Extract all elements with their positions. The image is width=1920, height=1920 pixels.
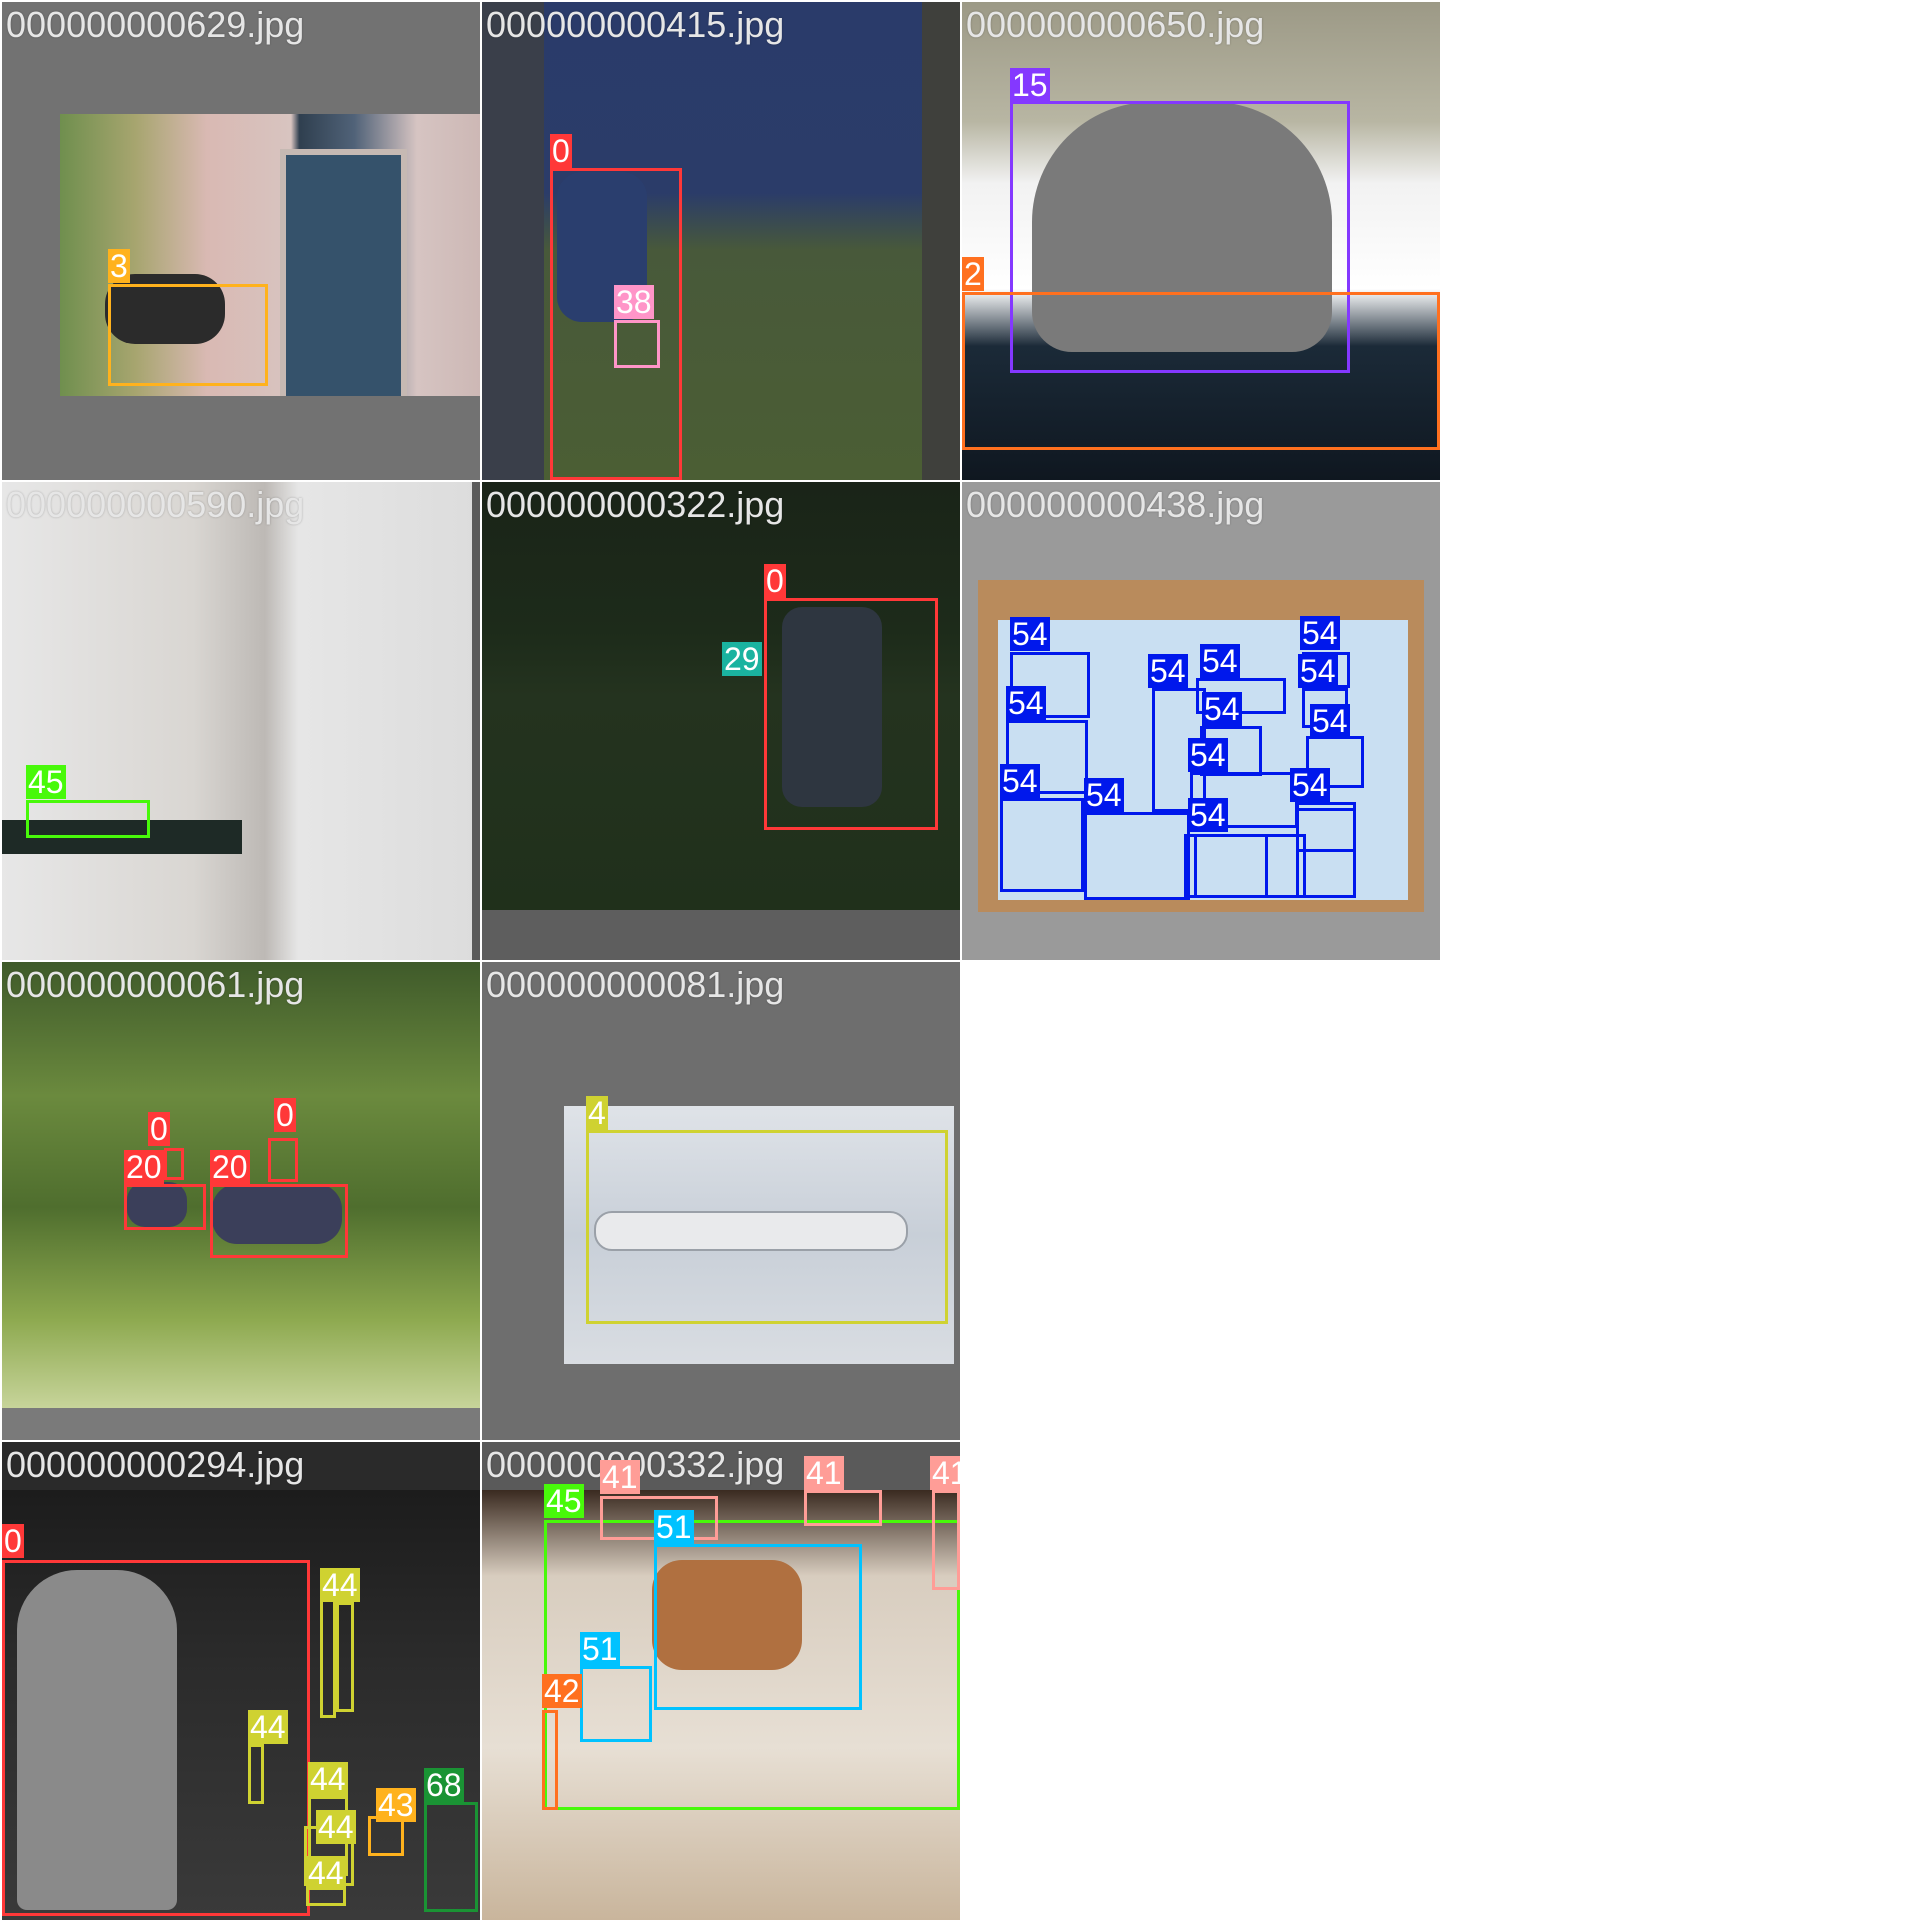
class-label: 44	[306, 1855, 346, 1891]
bbox[interactable]	[542, 1710, 558, 1810]
photo-bathroom	[2, 482, 480, 960]
class-label: 54	[1084, 777, 1124, 813]
class-label: 54	[1298, 653, 1338, 689]
class-label: 0	[550, 133, 572, 169]
filename-label: 000000000081.jpg	[486, 964, 785, 1005]
class-label: 41	[930, 1456, 960, 1490]
tile-322[interactable]: 000000000322.jpg 0 29	[482, 482, 960, 960]
class-label: 54	[1000, 763, 1040, 799]
bbox[interactable]	[320, 1592, 336, 1718]
class-label: 44	[320, 1567, 360, 1603]
tile-61[interactable]: 000000000061.jpg 0 0 20 20	[2, 962, 480, 1440]
class-label: 54	[1006, 685, 1046, 721]
bbox[interactable]	[1296, 808, 1356, 898]
class-label: 54	[1188, 737, 1228, 773]
bbox[interactable]	[424, 1802, 478, 1912]
class-label: 4	[586, 1095, 608, 1131]
bbox[interactable]	[336, 1602, 354, 1712]
filename-label: 000000000294.jpg	[6, 1444, 305, 1485]
filename-label: 000000000438.jpg	[966, 484, 1265, 525]
wall-edge	[482, 2, 544, 480]
class-label: 0	[2, 1523, 24, 1559]
class-label: 0	[148, 1111, 170, 1147]
bbox[interactable]	[210, 1184, 348, 1258]
tile-438[interactable]: 000000000438.jpg 54 54 54 54 54 54 54 54…	[962, 482, 1440, 960]
class-label: 3	[108, 248, 130, 284]
filename-label: 000000000650.jpg	[966, 4, 1265, 45]
class-label: 54	[1202, 691, 1242, 727]
tile-81[interactable]: 000000000081.jpg 4	[482, 962, 960, 1440]
bbox[interactable]	[962, 292, 1440, 450]
class-label: 20	[124, 1149, 164, 1185]
class-label: 54	[1310, 703, 1350, 739]
bbox[interactable]	[268, 1138, 298, 1182]
bbox[interactable]	[586, 1130, 948, 1324]
door-shape	[280, 149, 407, 396]
class-label: 44	[248, 1709, 288, 1745]
filename-label: 000000000629.jpg	[6, 4, 305, 45]
class-label: 44	[308, 1761, 348, 1797]
bbox[interactable]	[248, 1744, 264, 1804]
bbox[interactable]	[26, 800, 150, 838]
bbox[interactable]	[164, 1148, 184, 1180]
class-label: 2	[962, 256, 984, 292]
class-label: 54	[1010, 616, 1050, 652]
class-label: 54	[1188, 797, 1228, 833]
class-label: 20	[210, 1149, 250, 1185]
tile-590[interactable]: 000000000590.jpg 45	[2, 482, 480, 960]
tile-edge	[472, 482, 480, 960]
bbox[interactable]	[1084, 812, 1190, 900]
class-label: 41	[600, 1459, 640, 1495]
filename-label: 000000000590.jpg	[6, 484, 305, 525]
bbox[interactable]	[1194, 834, 1306, 898]
class-label: 51	[580, 1631, 620, 1667]
tile-629[interactable]: 000000000629.jpg 3	[2, 2, 480, 480]
bbox[interactable]	[614, 320, 660, 368]
bbox[interactable]	[932, 1490, 960, 1590]
tile-332[interactable]: 000000000332.jpg 45 41 41 41 51 51 42	[482, 1442, 960, 1920]
class-label: 68	[424, 1767, 464, 1803]
class-label: 51	[654, 1509, 694, 1545]
class-label: 54	[1290, 767, 1330, 803]
bbox[interactable]	[804, 1490, 882, 1526]
bbox[interactable]	[1000, 798, 1084, 892]
class-label: 54	[1200, 643, 1240, 679]
class-label: 45	[26, 764, 66, 800]
tile-650[interactable]: 000000000650.jpg 15 2	[962, 2, 1440, 480]
class-label: 41	[804, 1455, 844, 1491]
class-label: 44	[316, 1809, 356, 1845]
class-label: 0	[764, 563, 786, 599]
class-label: 43	[376, 1787, 416, 1823]
class-label: 29	[722, 641, 762, 677]
bbox[interactable]	[654, 1544, 862, 1710]
class-label: 15	[1010, 67, 1050, 103]
tile-294[interactable]: 000000000294.jpg 0 44 44 44 44 44 43 68	[2, 1442, 480, 1920]
bbox[interactable]	[108, 284, 268, 386]
filename-label: 000000000061.jpg	[6, 964, 305, 1005]
class-label: 0	[274, 1097, 296, 1133]
bbox[interactable]	[580, 1666, 652, 1742]
filename-label: 000000000322.jpg	[486, 484, 785, 525]
wall-edge-right	[922, 2, 960, 480]
class-label: 45	[544, 1483, 584, 1519]
class-label: 54	[1300, 615, 1340, 651]
class-label: 54	[1148, 653, 1188, 689]
bbox[interactable]	[124, 1184, 206, 1230]
class-label: 38	[614, 284, 654, 320]
bbox[interactable]	[764, 598, 938, 830]
tile-415[interactable]: 000000000415.jpg 0 38	[482, 2, 960, 480]
filename-label: 000000000415.jpg	[486, 4, 785, 45]
class-label: 42	[542, 1673, 582, 1709]
